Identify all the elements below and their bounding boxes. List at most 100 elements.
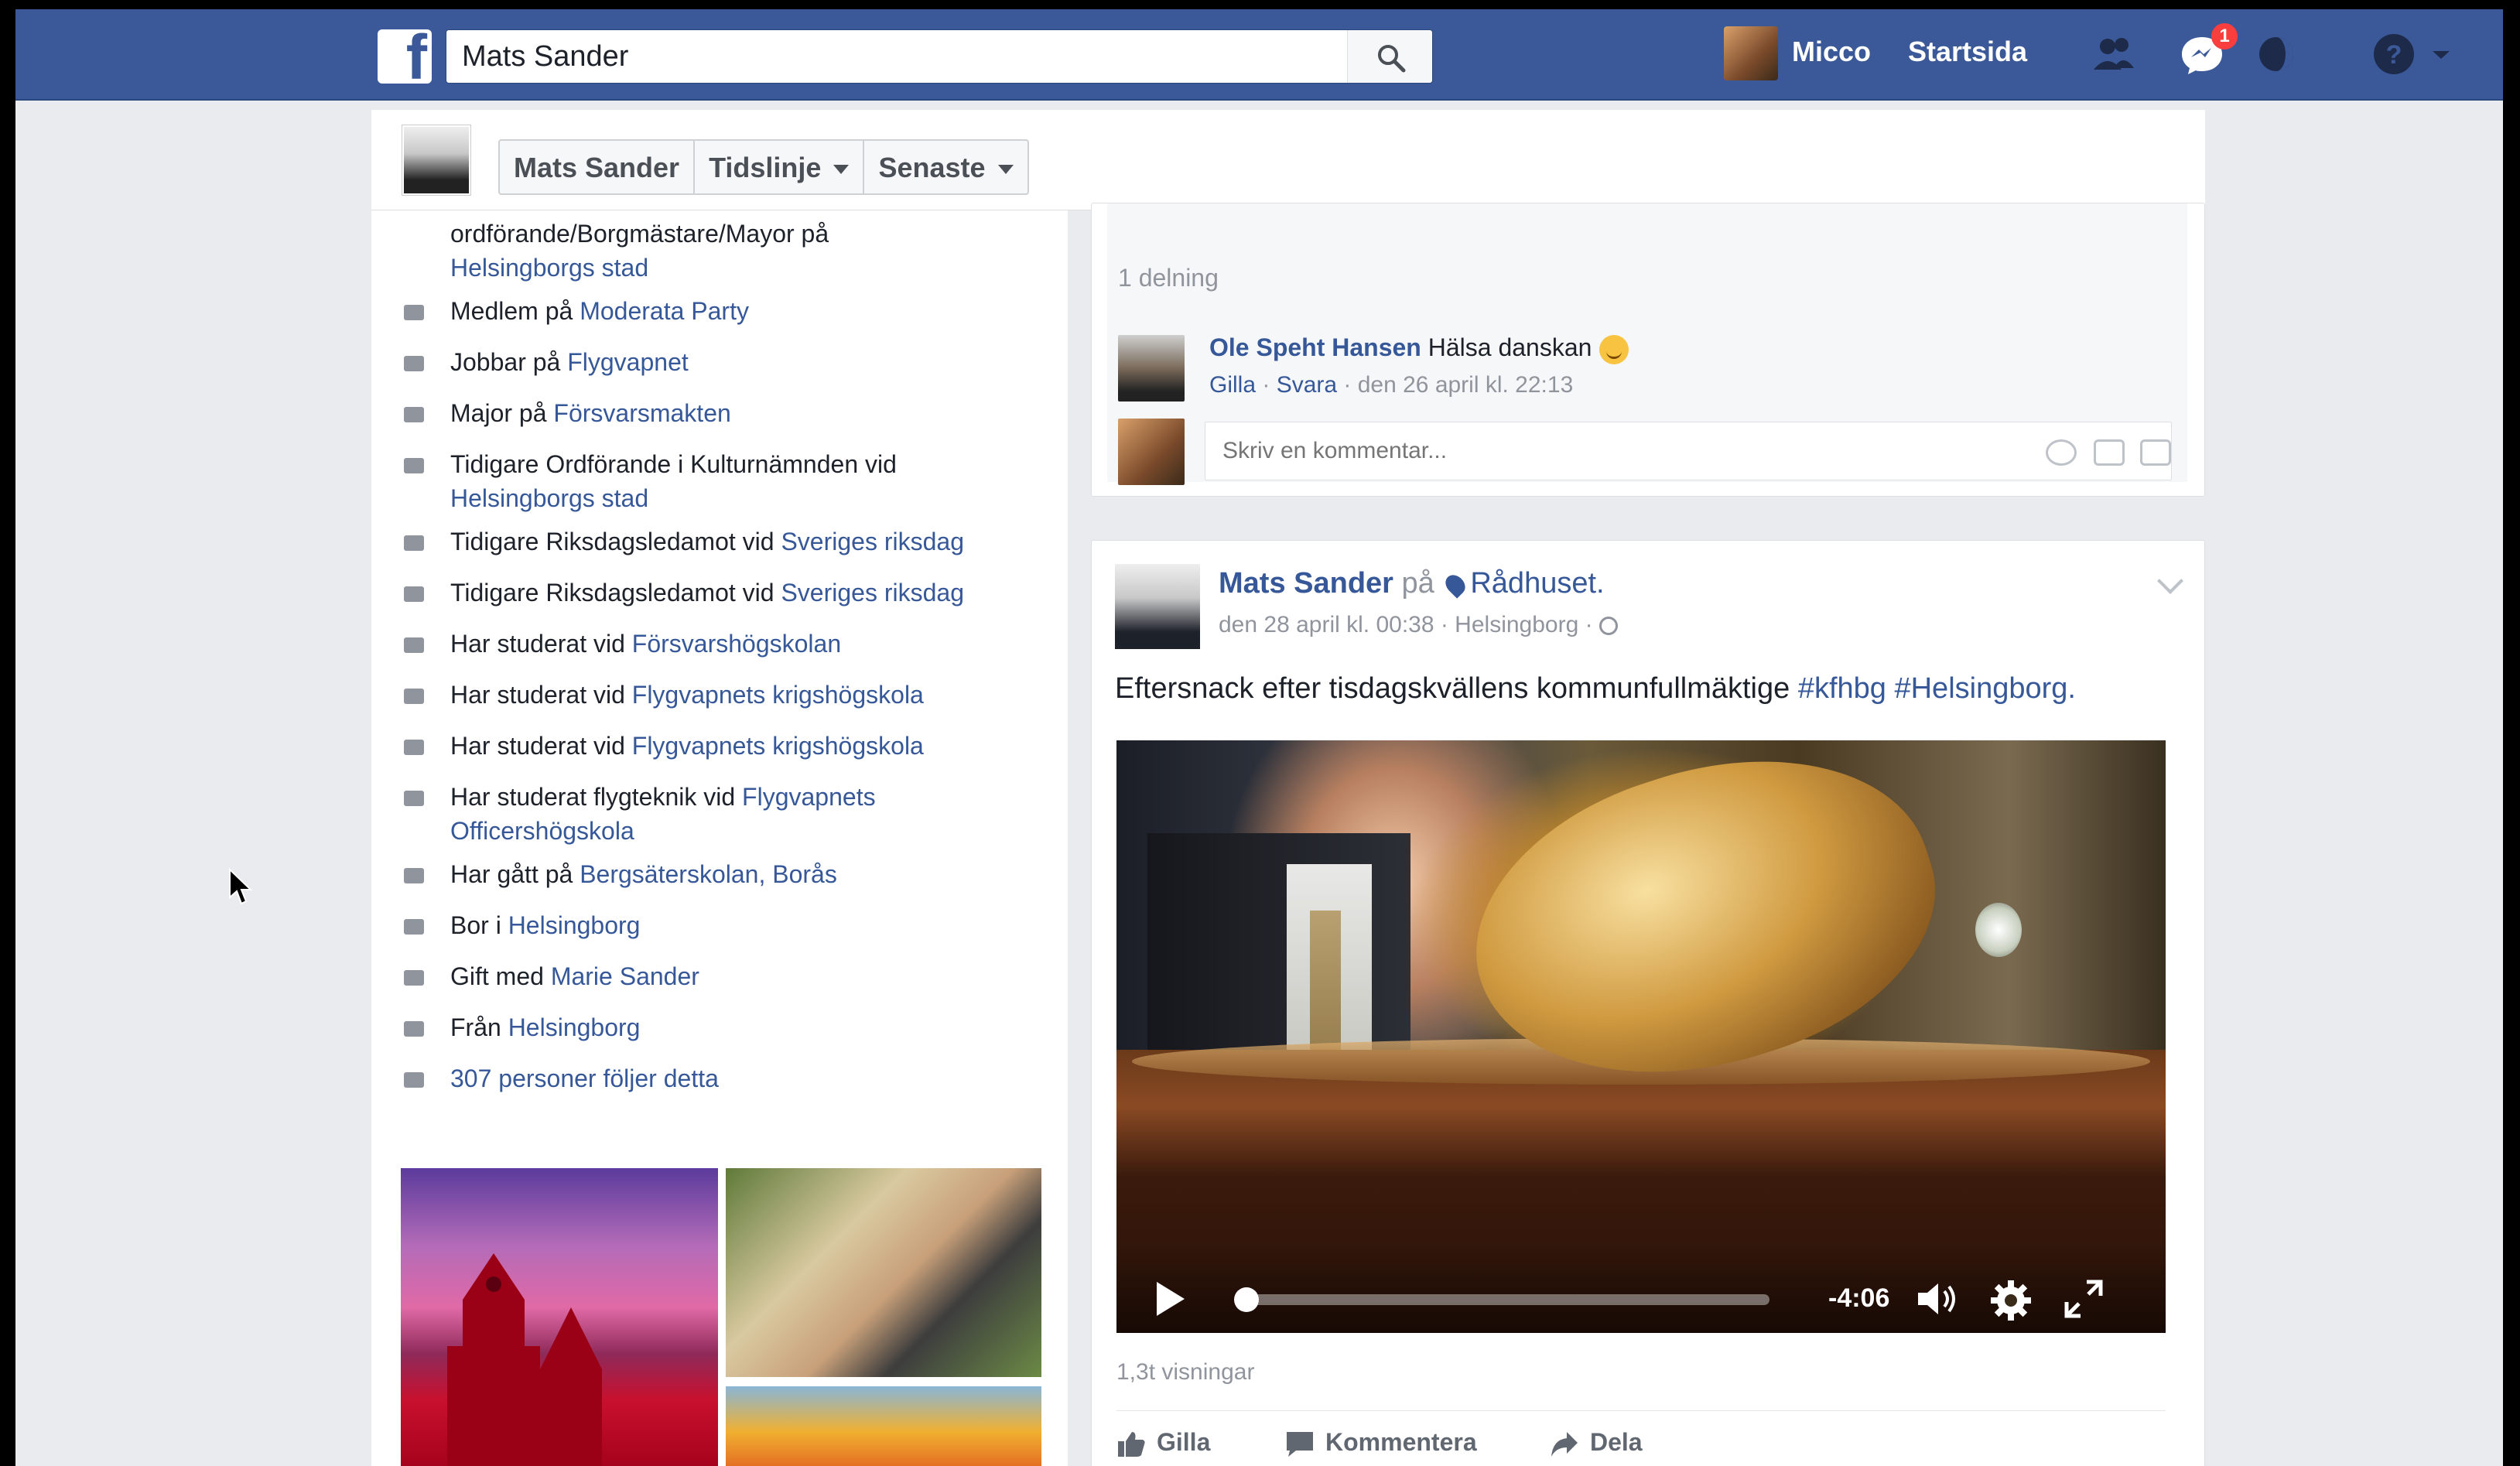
photo-thumbnail[interactable] <box>726 1168 1041 1377</box>
briefcase-icon <box>404 535 424 551</box>
intro-item-text: Medlem på Moderata Party <box>450 294 1054 328</box>
post-body: Eftersnack efter tisdagskvällens kommunf… <box>1115 672 1798 705</box>
home-link[interactable]: Startsida <box>1908 36 2027 68</box>
hashtag-links[interactable]: #kfhbg #Helsingborg. <box>1798 672 2076 705</box>
intro-item-text: Har studerat vid Flygvapnets krigshögsko… <box>450 678 1054 712</box>
profile-name-button[interactable]: Mats Sander <box>500 141 696 193</box>
chevron-down-icon <box>997 165 1014 175</box>
screen-edge <box>2503 0 2520 1466</box>
share-count[interactable]: 1 delning <box>1118 264 1219 292</box>
intro-item-label: ordförande/Borgmästare/Mayor på <box>450 220 829 248</box>
post-options-chevron-icon[interactable] <box>2157 568 2183 594</box>
intro-item-link[interactable]: Marie Sander <box>551 962 699 990</box>
volume-icon[interactable] <box>1913 1277 1960 1321</box>
intro-item-link[interactable]: Försvarshögskolan <box>632 630 841 658</box>
video-progress-bar[interactable] <box>1233 1287 1769 1312</box>
friend-requests-icon[interactable] <box>2091 31 2137 77</box>
fullscreen-icon[interactable] <box>2062 1277 2105 1321</box>
intro-item-text: 307 personer följer detta <box>450 1061 1054 1095</box>
comment-input[interactable] <box>1222 438 1919 464</box>
intro-item-text: Från Helsingborg <box>450 1010 1054 1044</box>
intro-item-label: Jobbar på <box>450 348 568 376</box>
like-label: Gilla <box>1157 1428 1211 1456</box>
notifications-globe-icon[interactable] <box>2253 31 2299 77</box>
comments-section: 1 delning Ole Speht Hansen Hälsa danskan… <box>1107 203 2187 485</box>
school-icon <box>404 740 424 755</box>
video-post-card: Mats Sander på Rådhuset. den 28 april kl… <box>1091 540 2205 1466</box>
intro-item-link[interactable]: Helsingborg <box>508 1013 641 1041</box>
post-meta: den 28 april kl. 00:38 · Helsingborg · <box>1219 612 1618 638</box>
intro-item-link[interactable]: Bergsäterskolan, Borås <box>580 860 837 888</box>
recent-dropdown[interactable]: Senaste <box>864 141 1027 193</box>
post-timestamp[interactable]: den 28 april kl. 00:38 · Helsingborg · <box>1219 612 1593 637</box>
intro-item-link[interactable]: Försvarsmakten <box>553 399 730 427</box>
share-button[interactable]: Dela <box>1550 1428 1643 1458</box>
like-button[interactable]: Gilla <box>1116 1428 1210 1458</box>
search-icon <box>1378 45 1406 73</box>
video-frame <box>1975 903 2022 957</box>
intro-item-link[interactable]: 307 personer följer detta <box>450 1064 719 1092</box>
comment-timestamp[interactable]: · den 26 april kl. 22:13 <box>1337 372 1573 398</box>
profile-header-bar: Mats Sander Tidslinje Senaste <box>371 110 2205 210</box>
comment-box[interactable] <box>1205 422 2172 480</box>
video-scrubber-handle[interactable] <box>1233 1287 1259 1312</box>
search-box[interactable] <box>446 29 1433 84</box>
briefcase-icon <box>404 305 424 320</box>
comment-button[interactable]: Kommentera <box>1285 1428 1477 1458</box>
comment-meta: Gilla · Svara · den 26 april kl. 22:13 <box>1209 372 1574 398</box>
emoji-picker-icon[interactable] <box>2046 439 2077 466</box>
comment-like-link[interactable]: Gilla <box>1209 372 1256 398</box>
recent-label: Senaste <box>878 152 986 183</box>
comment-bubble-icon <box>1287 1431 1313 1457</box>
intro-item-link[interactable]: Helsingborg <box>508 911 641 939</box>
account-menu-chevron-down-icon[interactable] <box>2429 31 2453 77</box>
view-count: 1,3t visningar <box>1116 1359 1255 1385</box>
facebook-logo-icon[interactable]: f <box>378 26 432 90</box>
video-player[interactable]: -4:06 <box>1116 740 2166 1333</box>
intro-item-link[interactable]: Flygvapnets krigshögskola <box>632 732 924 760</box>
post-author-avatar[interactable] <box>1115 564 1200 649</box>
intro-item-text: Gift med Marie Sander <box>450 959 1054 993</box>
search-button[interactable] <box>1347 30 1432 83</box>
commenter-avatar[interactable] <box>1118 335 1185 402</box>
intro-item-text: Har studerat flygteknik vid Flygvapnets … <box>450 780 1054 848</box>
photo-thumbnail[interactable] <box>726 1386 1041 1466</box>
intro-item-label: Gift med <box>450 962 551 990</box>
play-icon[interactable] <box>1157 1282 1185 1316</box>
intro-item-link[interactable]: Helsingborgs stad <box>450 254 648 282</box>
user-avatar[interactable] <box>1724 26 1778 80</box>
home-icon <box>404 919 424 935</box>
location-icon <box>404 1021 424 1037</box>
heart-icon <box>404 970 424 986</box>
intro-item-label: Har studerat flygteknik vid <box>450 783 743 811</box>
intro-item-label: Från <box>450 1013 508 1041</box>
comment-reply-link[interactable]: Svara <box>1277 372 1337 398</box>
sticker-icon[interactable] <box>2140 439 2171 466</box>
post-location-link[interactable]: Rådhuset. <box>1470 567 1604 600</box>
settings-gear-icon[interactable] <box>1988 1277 2034 1324</box>
intro-item-link[interactable]: Flygvapnet <box>567 348 689 376</box>
timeline-dropdown[interactable]: Tidslinje <box>695 141 865 193</box>
intro-item-label: Har studerat vid <box>450 681 632 709</box>
intro-item-link[interactable]: Sveriges riksdag <box>781 579 964 607</box>
intro-item-link[interactable]: Sveriges riksdag <box>781 528 964 555</box>
comment-body: Hälsa danskan <box>1421 333 1592 361</box>
comment-text: Ole Speht Hansen Hälsa danskan <box>1209 333 1629 364</box>
school-icon <box>404 791 424 806</box>
intro-item-label: Har studerat vid <box>450 630 632 658</box>
intro-item-link[interactable]: Flygvapnets krigshögskola <box>632 681 924 709</box>
briefcase-icon <box>404 586 424 602</box>
intro-item-link[interactable]: Moderata Party <box>580 297 749 325</box>
profile-avatar[interactable] <box>402 125 470 195</box>
intro-item-link[interactable]: Helsingborgs stad <box>450 484 648 512</box>
comment-author-link[interactable]: Ole Speht Hansen <box>1209 333 1421 361</box>
help-icon[interactable]: ? <box>2371 31 2417 77</box>
camera-icon[interactable] <box>2094 439 2125 466</box>
current-user-avatar <box>1118 419 1185 485</box>
search-input[interactable] <box>462 40 1313 73</box>
church-silhouette-image <box>447 1253 602 1466</box>
smile-emoji-icon <box>1599 334 1629 364</box>
photo-thumbnail[interactable] <box>401 1168 718 1466</box>
profile-link[interactable]: Micco <box>1792 36 1871 68</box>
post-author-link[interactable]: Mats Sander <box>1219 567 1393 600</box>
